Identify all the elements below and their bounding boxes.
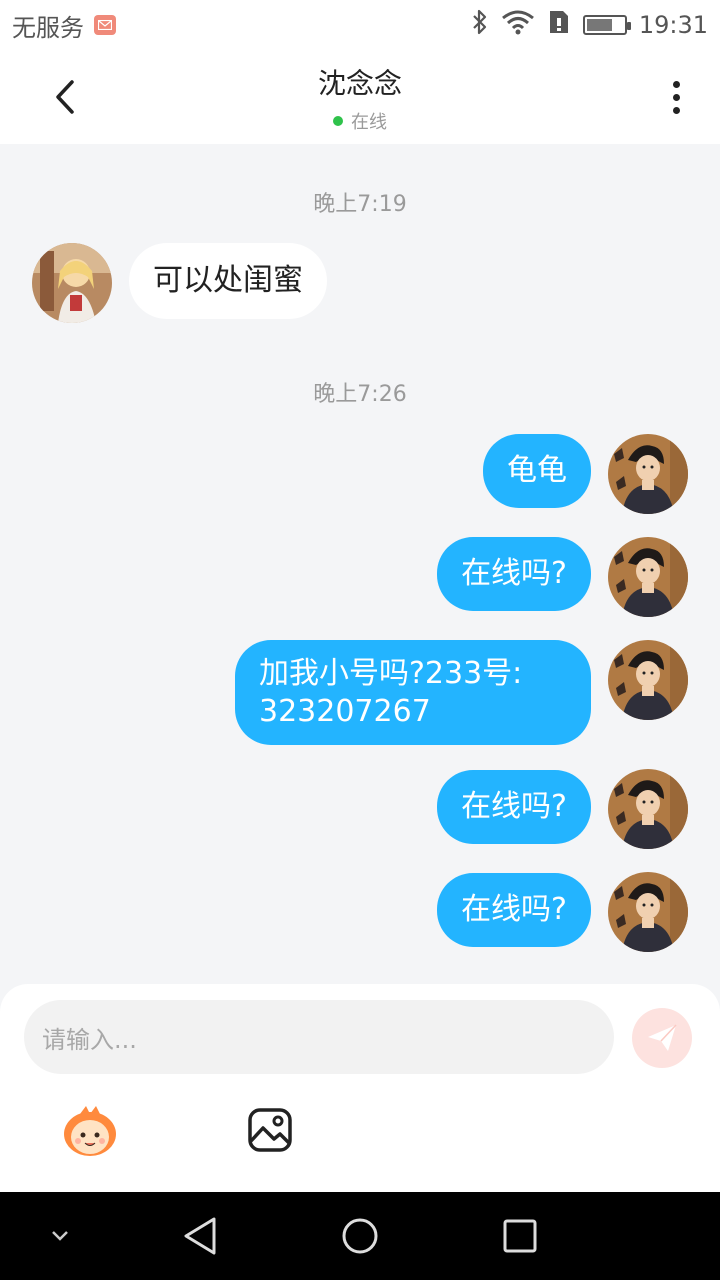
message-text: 加我小号吗?233号: [259,655,523,691]
nav-back-button[interactable] [172,1192,228,1280]
nav-recents-button[interactable] [492,1192,548,1280]
sim-icon [547,9,571,41]
emoji-icon [64,1106,116,1156]
user-avatar[interactable] [608,769,688,849]
bluetooth-icon [471,9,489,41]
wifi-icon [501,9,535,41]
more-dot-icon [672,106,680,114]
mail-icon [94,15,116,35]
message-text: 在线吗? [461,892,567,927]
outgoing-message[interactable]: 在线吗? [437,873,591,947]
recents-square-icon [503,1219,537,1253]
back-triangle-icon [184,1217,216,1255]
chevron-down-icon [52,1231,68,1241]
message-text: 323207267 [259,693,431,729]
contact-avatar[interactable] [32,243,112,323]
chat-header: 沈念念 在线 [0,50,720,144]
nav-hide-button[interactable] [38,1192,82,1280]
image-icon [248,1108,292,1152]
message-text: 在线吗? [461,556,567,591]
outgoing-message[interactable]: 在线吗? [437,537,591,611]
image-button[interactable] [246,1106,294,1154]
user-avatar[interactable] [608,872,688,952]
timestamp: 晚上7:26 [313,382,407,407]
online-indicator [333,116,343,126]
system-nav-bar [0,1192,720,1280]
input-panel: 请输入... [0,984,720,1192]
incoming-message[interactable]: 可以处闺蜜 [129,243,327,319]
message-text: 龟龟 [507,453,567,488]
outgoing-message[interactable]: 龟龟 [483,434,591,508]
more-options-button[interactable] [656,72,696,122]
emoji-button[interactable] [60,1104,120,1158]
user-avatar[interactable] [608,537,688,617]
contact-name: 沈念念 [317,67,402,100]
clock-text: 19:31 [638,11,708,39]
outgoing-message[interactable]: 在线吗? [437,770,591,844]
nav-home-button[interactable] [332,1192,388,1280]
battery-fill [586,19,612,31]
send-icon [648,1024,677,1051]
user-avatar[interactable] [608,640,688,720]
online-status: 在线 [351,112,387,133]
status-bar: 无服务 19:31 [0,0,720,50]
message-input[interactable]: 请输入... [24,1000,614,1074]
message-text: 可以处闺蜜 [153,263,303,298]
send-button[interactable] [632,1008,692,1068]
input-placeholder: 请输入... [42,1025,137,1054]
more-dot-icon [672,80,680,88]
message-text: 在线吗? [461,789,567,824]
message-list[interactable]: 晚上7:19 可以处闺蜜 晚上7:26 龟龟 在线吗? 加我小号吗?233号: … [0,144,720,984]
timestamp: 晚上7:19 [313,192,407,217]
battery-icon [582,15,631,35]
carrier-text: 无服务 [12,13,84,42]
outgoing-message[interactable]: 加我小号吗?233号: 323207267 [235,640,591,745]
user-avatar[interactable] [608,434,688,514]
more-dot-icon [672,93,680,101]
home-circle-icon [342,1218,378,1254]
